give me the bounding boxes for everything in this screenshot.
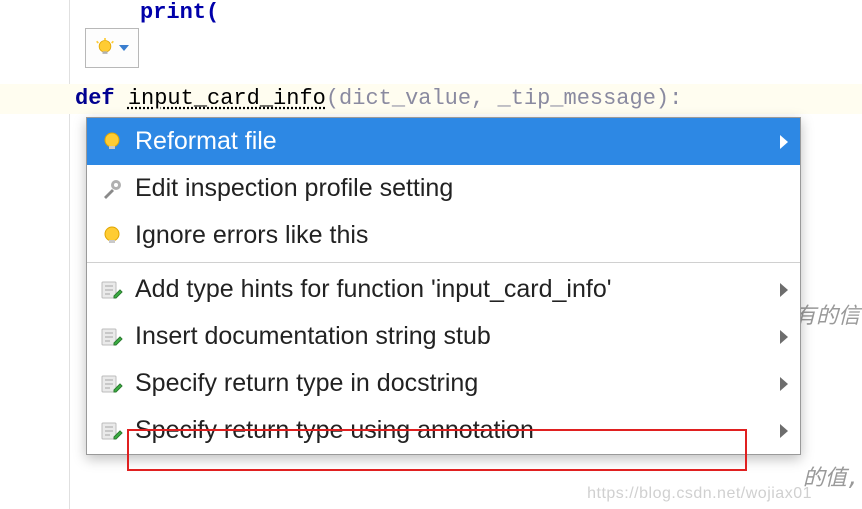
menu-item-label: Insert documentation string stub: [135, 322, 780, 351]
pencil-page-icon: [100, 325, 124, 349]
lightbulb-icon: [100, 130, 124, 154]
lightbulb-icon: [95, 38, 115, 58]
menu-item-label: Add type hints for function 'input_card_…: [135, 275, 780, 304]
pencil-page-icon: [100, 278, 124, 302]
submenu-arrow-icon: [780, 330, 788, 344]
menu-item-label: Specify return type in docstring: [135, 369, 780, 398]
menu-item-return-type-docstring[interactable]: Specify return type in docstring: [87, 360, 800, 407]
pencil-page-icon: [100, 372, 124, 396]
background-comment-1: 有的信: [794, 298, 860, 330]
function-params: (dict_value, _tip_message):: [326, 86, 682, 111]
intention-actions-popup: Reformat file Edit inspection profile se…: [86, 117, 801, 455]
keyword-def: def: [75, 86, 115, 111]
menu-item-label: Reformat file: [135, 127, 780, 156]
submenu-arrow-icon: [780, 424, 788, 438]
function-name: input_card_info: [128, 86, 326, 111]
menu-separator: [87, 262, 800, 263]
code-line-print: print(: [140, 0, 219, 25]
menu-item-label: Ignore errors like this: [135, 221, 788, 250]
gutter: [0, 0, 70, 509]
editor-area: print( − def input_card_info(dict_value,…: [0, 0, 862, 509]
pencil-page-icon: [100, 419, 124, 443]
menu-item-add-type-hints[interactable]: Add type hints for function 'input_card_…: [87, 266, 800, 313]
keyword-print: print(: [140, 0, 219, 25]
wrench-gear-icon: [100, 177, 124, 201]
code-line-def: def input_card_info(dict_value, _tip_mes…: [0, 84, 862, 114]
menu-item-label: Specify return type using annotation: [135, 416, 780, 445]
menu-item-reformat-file[interactable]: Reformat file: [87, 118, 800, 165]
menu-item-insert-doc-stub[interactable]: Insert documentation string stub: [87, 313, 800, 360]
menu-item-ignore-errors[interactable]: Ignore errors like this: [87, 212, 800, 259]
chevron-down-icon: [119, 45, 129, 51]
lightbulb-icon: [100, 224, 124, 248]
watermark: https://blog.csdn.net/wojiax01: [587, 485, 812, 503]
submenu-arrow-icon: [780, 377, 788, 391]
intention-hint-button[interactable]: [85, 28, 139, 68]
submenu-arrow-icon: [780, 135, 788, 149]
menu-item-edit-inspection-profile[interactable]: Edit inspection profile setting: [87, 165, 800, 212]
menu-item-return-type-annotation[interactable]: Specify return type using annotation: [87, 407, 800, 454]
submenu-arrow-icon: [780, 283, 788, 297]
menu-item-label: Edit inspection profile setting: [135, 174, 788, 203]
